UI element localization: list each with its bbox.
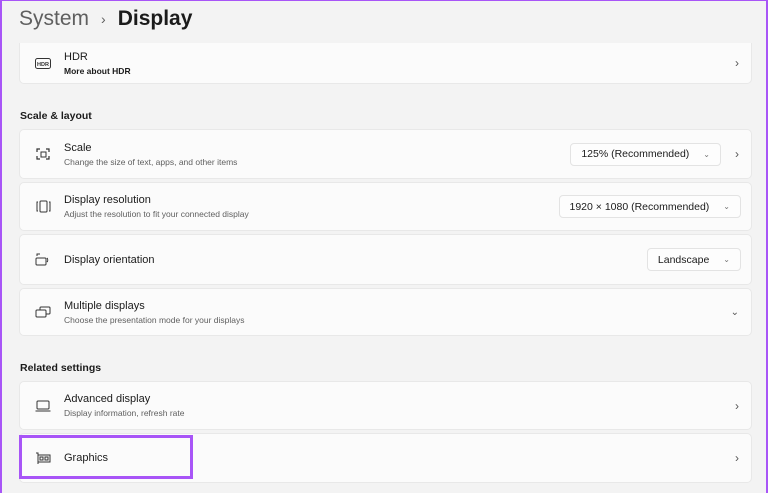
page-title: Display (117, 7, 193, 30)
resolution-title: Display resolution (64, 194, 151, 206)
chevron-right-icon: › (735, 56, 739, 70)
multiple-displays-item[interactable]: Multiple displays Choose the presentation… (19, 288, 752, 336)
multiple-displays-icon (34, 304, 52, 320)
scale-icon (34, 146, 52, 162)
scale-item[interactable]: Scale Change the size of text, apps, and … (19, 129, 752, 179)
resolution-subtitle: Adjust the resolution to fit your connec… (64, 209, 249, 219)
graphics-item[interactable]: Graphics › (19, 433, 752, 483)
orientation-title: Display orientation (64, 253, 155, 266)
advanced-subtitle: Display information, refresh rate (64, 408, 185, 418)
chevron-right-icon[interactable]: › (735, 147, 739, 161)
breadcrumb-system[interactable]: System (19, 7, 89, 31)
chevron-down-icon[interactable]: ⌄ (731, 307, 739, 318)
hdr-icon: HDR (34, 55, 52, 71)
advanced-title: Advanced display (64, 393, 151, 405)
resolution-icon (34, 199, 52, 215)
section-scale-layout: Scale & layout (20, 110, 92, 122)
chevron-down-icon: ⌄ (723, 202, 730, 211)
orientation-icon (34, 252, 52, 268)
orientation-value: Landscape (657, 253, 710, 266)
hdr-link[interactable]: More about HDR (64, 66, 131, 76)
breadcrumb-separator: › (101, 11, 106, 27)
hdr-item[interactable]: HDR HDR More about HDR › (19, 43, 752, 84)
advanced-display-item[interactable]: Advanced display Display information, ref… (19, 381, 752, 430)
chevron-down-icon: ⌄ (703, 149, 710, 159)
laptop-icon (34, 398, 52, 414)
scale-title: Scale (64, 141, 92, 154)
graphics-card-icon (34, 450, 52, 466)
graphics-title: Graphics (64, 452, 109, 464)
chevron-right-icon: › (735, 398, 739, 413)
resolution-value: 1920 × 1080 (Recommended) (569, 200, 710, 213)
scale-value: 125% (Recommended) (581, 148, 690, 160)
multiple-title: Multiple displays (64, 299, 145, 312)
chevron-right-icon: › (735, 451, 739, 465)
chevron-down-icon: ⌄ (723, 255, 730, 264)
resolution-dropdown[interactable]: 1920 × 1080 (Recommended) ⌄ (558, 195, 741, 218)
resolution-item: Display resolution Adjust the resolution … (19, 182, 752, 231)
section-related-settings: Related settings (20, 362, 102, 374)
orientation-item: Display orientation Landscape ⌄ (19, 234, 752, 285)
scale-dropdown[interactable]: 125% (Recommended) ⌄ (570, 142, 721, 166)
svg-text:HDR: HDR (37, 62, 49, 68)
multiple-subtitle: Choose the presentation mode for your di… (64, 314, 245, 325)
orientation-dropdown[interactable]: Landscape ⌄ (646, 248, 741, 271)
breadcrumb: System › Display (19, 7, 192, 31)
hdr-title: HDR (64, 50, 88, 63)
scale-subtitle: Change the size of text, apps, and other… (64, 156, 238, 167)
